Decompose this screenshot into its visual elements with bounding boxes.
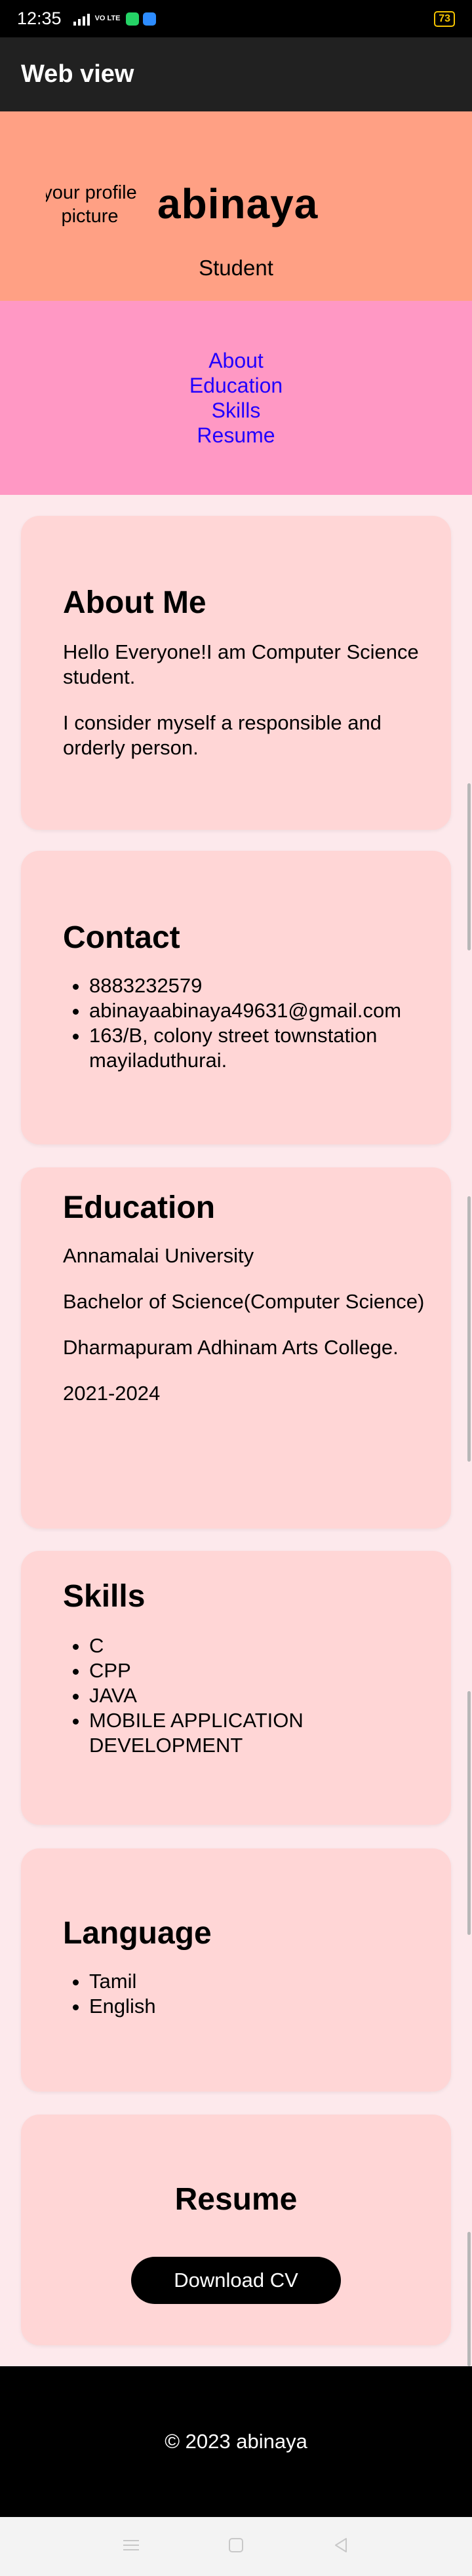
app-bar: Web view — [0, 37, 472, 111]
section-nav: About Education Skills Resume — [0, 301, 472, 495]
skill-item: CPP — [89, 1658, 425, 1683]
skills-card: Skills C CPP JAVA MOBILE APPLICATION DEV… — [21, 1551, 451, 1825]
language-item: Tamil — [89, 1969, 425, 1994]
skills-list: C CPP JAVA MOBILE APPLICATION DEVELOPMEN… — [63, 1633, 425, 1758]
footer: © 2023 abinaya — [0, 2366, 472, 2517]
nav-link-resume[interactable]: Resume — [197, 423, 275, 448]
app-notification-icon — [142, 12, 156, 26]
contact-heading: Contact — [63, 920, 180, 955]
language-card: Language Tamil English — [21, 1848, 451, 2092]
resume-heading: Resume — [174, 2182, 298, 2217]
education-heading: Education — [63, 1190, 216, 1225]
education-university: Annamalai University — [63, 1244, 254, 1267]
nav-link-education[interactable]: Education — [189, 373, 283, 398]
education-college: Dharmapuram Adhinam Arts College. — [63, 1336, 399, 1359]
skill-item: MOBILE APPLICATION DEVELOPMENT — [89, 1708, 425, 1758]
skills-heading: Skills — [63, 1579, 146, 1614]
menu-icon[interactable] — [122, 2538, 140, 2556]
skill-item: C — [89, 1633, 425, 1658]
about-paragraph-1: Hello Everyone!I am Computer Science stu… — [63, 640, 419, 688]
about-paragraph-2: I consider myself a responsible and orde… — [63, 711, 382, 759]
nav-link-about[interactable]: About — [208, 348, 264, 373]
profile-picture-alt-line2: picture — [61, 206, 119, 227]
contact-card: Contact 8883232579 abinayaabinaya49631@g… — [21, 851, 451, 1144]
nav-link-skills[interactable]: Skills — [212, 398, 261, 423]
resume-card: Resume Download CV — [21, 2115, 451, 2345]
back-icon[interactable] — [332, 2536, 350, 2558]
profile-name: abinaya — [157, 180, 319, 227]
language-item: English — [89, 1994, 425, 2019]
signal-icon — [73, 12, 90, 26]
profile-picture-alt-line1: your profile — [46, 182, 137, 203]
about-heading: About Me — [63, 585, 206, 620]
contact-address: 163/B, colony street townstation mayilad… — [89, 1023, 425, 1073]
hero-header: your profile picture abinaya Student — [0, 111, 472, 301]
about-card: About Me Hello Everyone!I am Computer Sc… — [21, 516, 451, 830]
status-bar: 12:35 VO LTE 73 — [0, 0, 472, 37]
scrollbar-thumb[interactable] — [467, 783, 471, 950]
status-time: 12:35 — [17, 9, 62, 28]
system-nav-bar — [0, 2517, 472, 2576]
scrollbar-thumb[interactable] — [467, 1196, 471, 1462]
contact-phone: 8883232579 — [89, 973, 425, 998]
footer-copyright: © 2023 abinaya — [165, 2430, 307, 2453]
contact-list: 8883232579 abinayaabinaya49631@gmail.com… — [63, 973, 425, 1073]
app-bar-title: Web view — [21, 60, 134, 88]
education-years: 2021-2024 — [63, 1382, 161, 1405]
download-cv-button[interactable]: Download CV — [131, 2257, 341, 2304]
education-card: Education Annamalai University Bachelor … — [21, 1167, 451, 1529]
contact-email: abinayaabinaya49631@gmail.com — [89, 998, 425, 1023]
scrollbar-thumb[interactable] — [467, 1691, 471, 1935]
battery-icon: 73 — [434, 10, 455, 27]
whatsapp-notification-icon — [125, 12, 139, 26]
education-degree: Bachelor of Science(Computer Science) — [63, 1290, 425, 1313]
profile-picture: your profile picture — [46, 181, 138, 233]
profile-role: Student — [199, 256, 273, 280]
language-list: Tamil English — [63, 1969, 425, 2019]
home-icon[interactable] — [227, 2536, 245, 2558]
language-heading: Language — [63, 1916, 212, 1951]
volte-indicator: VO LTE — [94, 14, 121, 22]
scrollbar-thumb[interactable] — [467, 2232, 471, 2366]
skill-item: JAVA — [89, 1683, 425, 1708]
